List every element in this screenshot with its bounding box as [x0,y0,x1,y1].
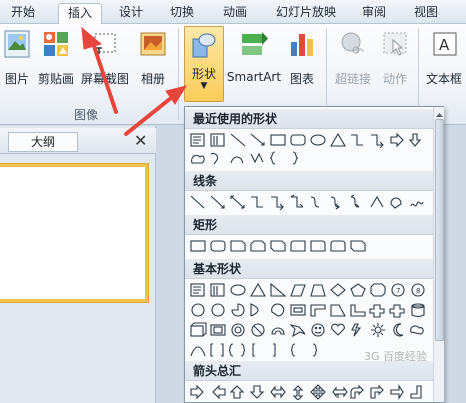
svg-text:8: 8 [416,287,420,295]
pane-header: 大纲 ✕ [0,128,156,154]
section-title-basic: 基本形状 [185,259,433,279]
slide-thumbnail[interactable] [0,164,148,302]
watermark-text: 3G 百度经验 [364,350,428,363]
chevron-down-icon: ▼ [200,81,208,91]
hyperlink-button[interactable]: 超链接 [330,28,376,88]
ribbon-separator [178,28,179,120]
smartart-icon [239,30,269,61]
shapes-label: 形状 [191,67,216,81]
smartart-button[interactable]: SmartArt [226,28,282,88]
hyperlink-label: 超链接 [334,72,371,86]
tab-transitions[interactable]: 切换 [160,3,204,24]
screenshot-label: 屏幕截图 [80,72,129,86]
tab-insert[interactable]: 插入 [58,3,102,25]
tab-view[interactable]: 视图 [404,3,448,24]
section-title-arrows: 箭头总汇 [185,361,433,381]
images-group-label: 图像 [74,108,99,122]
tab-outline[interactable]: 大纲 [8,132,78,152]
chart-button[interactable]: 图表 [284,28,320,88]
screenshot-icon [91,30,119,61]
clipart-icon [42,30,70,61]
album-label: 相册 [140,72,165,86]
tab-design[interactable]: 设计 [110,3,152,24]
tab-home[interactable]: 开始 [2,3,44,24]
screenshot-button[interactable]: 屏幕截图 [80,28,130,88]
section-title-recent: 最近使用的形状 [185,109,433,129]
bar-chart-icon [288,30,316,61]
clipart-button[interactable]: 剪贴画 [36,28,76,88]
picture-icon [4,30,30,61]
scroll-thumb[interactable] [435,119,444,341]
chart-label: 图表 [289,72,314,86]
tab-animations[interactable]: 动画 [213,3,257,24]
textbox-label: 文本框 [426,72,463,86]
tab-slideshow[interactable]: 幻灯片放映 [268,3,344,24]
slides-outline-pane: 大纲 ✕ [0,126,156,403]
textbox-icon: A [431,30,459,61]
section-title-lines: 线条 [185,171,433,191]
action-icon [381,30,409,61]
close-icon[interactable]: ✕ [134,132,147,150]
svg-text:A: A [439,36,450,54]
album-button[interactable]: 相册 [134,28,172,88]
section-title-rectangles: 矩形 [185,215,433,235]
ribbon-tab-bar: 开始 插入 设计 切换 动画 幻灯片放映 审阅 视图 [0,0,466,25]
scroll-up-icon[interactable] [435,109,444,118]
action-label: 动作 [382,72,407,86]
shapes-button[interactable]: 形状 ▼ [184,26,224,102]
shapes-icon [190,31,218,64]
picture-label: 图片 [4,72,29,86]
textbox-button[interactable]: A 文本框 [424,28,466,88]
clipart-label: 剪贴画 [37,72,74,86]
picture-button[interactable]: 图片 [2,28,32,88]
album-icon [139,30,167,61]
tab-review[interactable]: 审阅 [352,3,396,24]
globe-link-icon [339,30,367,61]
smartart-label: SmartArt [226,70,282,84]
svg-text:7: 7 [396,287,400,295]
action-button[interactable]: 动作 [378,28,412,88]
dropdown-scrollbar[interactable] [433,107,444,402]
